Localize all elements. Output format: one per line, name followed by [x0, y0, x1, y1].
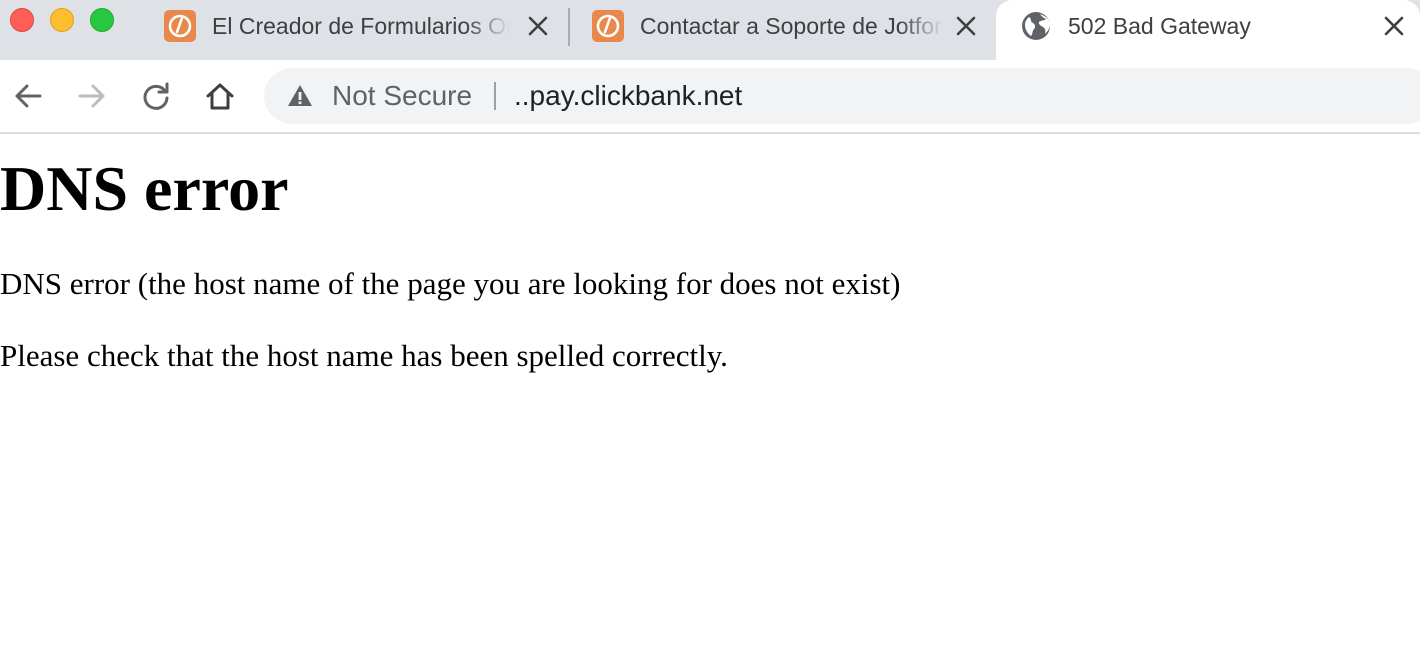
forward-arrow-icon[interactable]	[72, 76, 112, 116]
tab-502-bad-gateway[interactable]: 502 Bad Gateway	[996, 0, 1420, 60]
window-minimize-button[interactable]	[50, 8, 74, 32]
tab-close-icon[interactable]	[952, 12, 980, 40]
tab-contactar-soporte[interactable]: Contactar a Soporte de Jotform	[578, 0, 996, 52]
page-heading: DNS error	[0, 153, 289, 224]
tab-creador-formularios[interactable]: El Creador de Formularios Online Más Fác…	[150, 0, 568, 52]
error-message: DNS error (the host name of the page you…	[0, 266, 901, 301]
warning-triangle-icon[interactable]	[286, 82, 314, 110]
omnibox-divider	[494, 82, 496, 110]
tab-separator	[568, 8, 570, 46]
jotform-icon	[164, 10, 196, 42]
tab-close-icon[interactable]	[524, 12, 552, 40]
address-bar[interactable]: Not Secure ..pay.clickbank.net	[264, 68, 1420, 124]
tab-strip: El Creador de Formularios Online Más Fác…	[0, 0, 1420, 60]
window-maximize-button[interactable]	[90, 8, 114, 32]
window-close-button[interactable]	[10, 8, 34, 32]
url-text[interactable]: ..pay.clickbank.net	[514, 80, 742, 112]
security-label[interactable]: Not Secure	[332, 80, 472, 112]
tab-close-icon[interactable]	[1380, 12, 1408, 40]
tab-title: El Creador de Formularios Online Más Fác…	[212, 13, 510, 39]
reload-icon[interactable]	[136, 76, 176, 116]
home-icon[interactable]	[200, 76, 240, 116]
error-hint: Please check that the host name has been…	[0, 338, 728, 373]
tab-title: 502 Bad Gateway	[1068, 13, 1251, 39]
globe-icon	[1020, 10, 1052, 42]
jotform-icon	[592, 10, 624, 42]
back-arrow-icon[interactable]	[8, 76, 48, 116]
browser-toolbar: Not Secure ..pay.clickbank.net	[0, 60, 1420, 132]
page-content: DNS error DNS error (the host name of th…	[0, 134, 1420, 654]
tab-title: Contactar a Soporte de Jotform	[640, 13, 944, 39]
